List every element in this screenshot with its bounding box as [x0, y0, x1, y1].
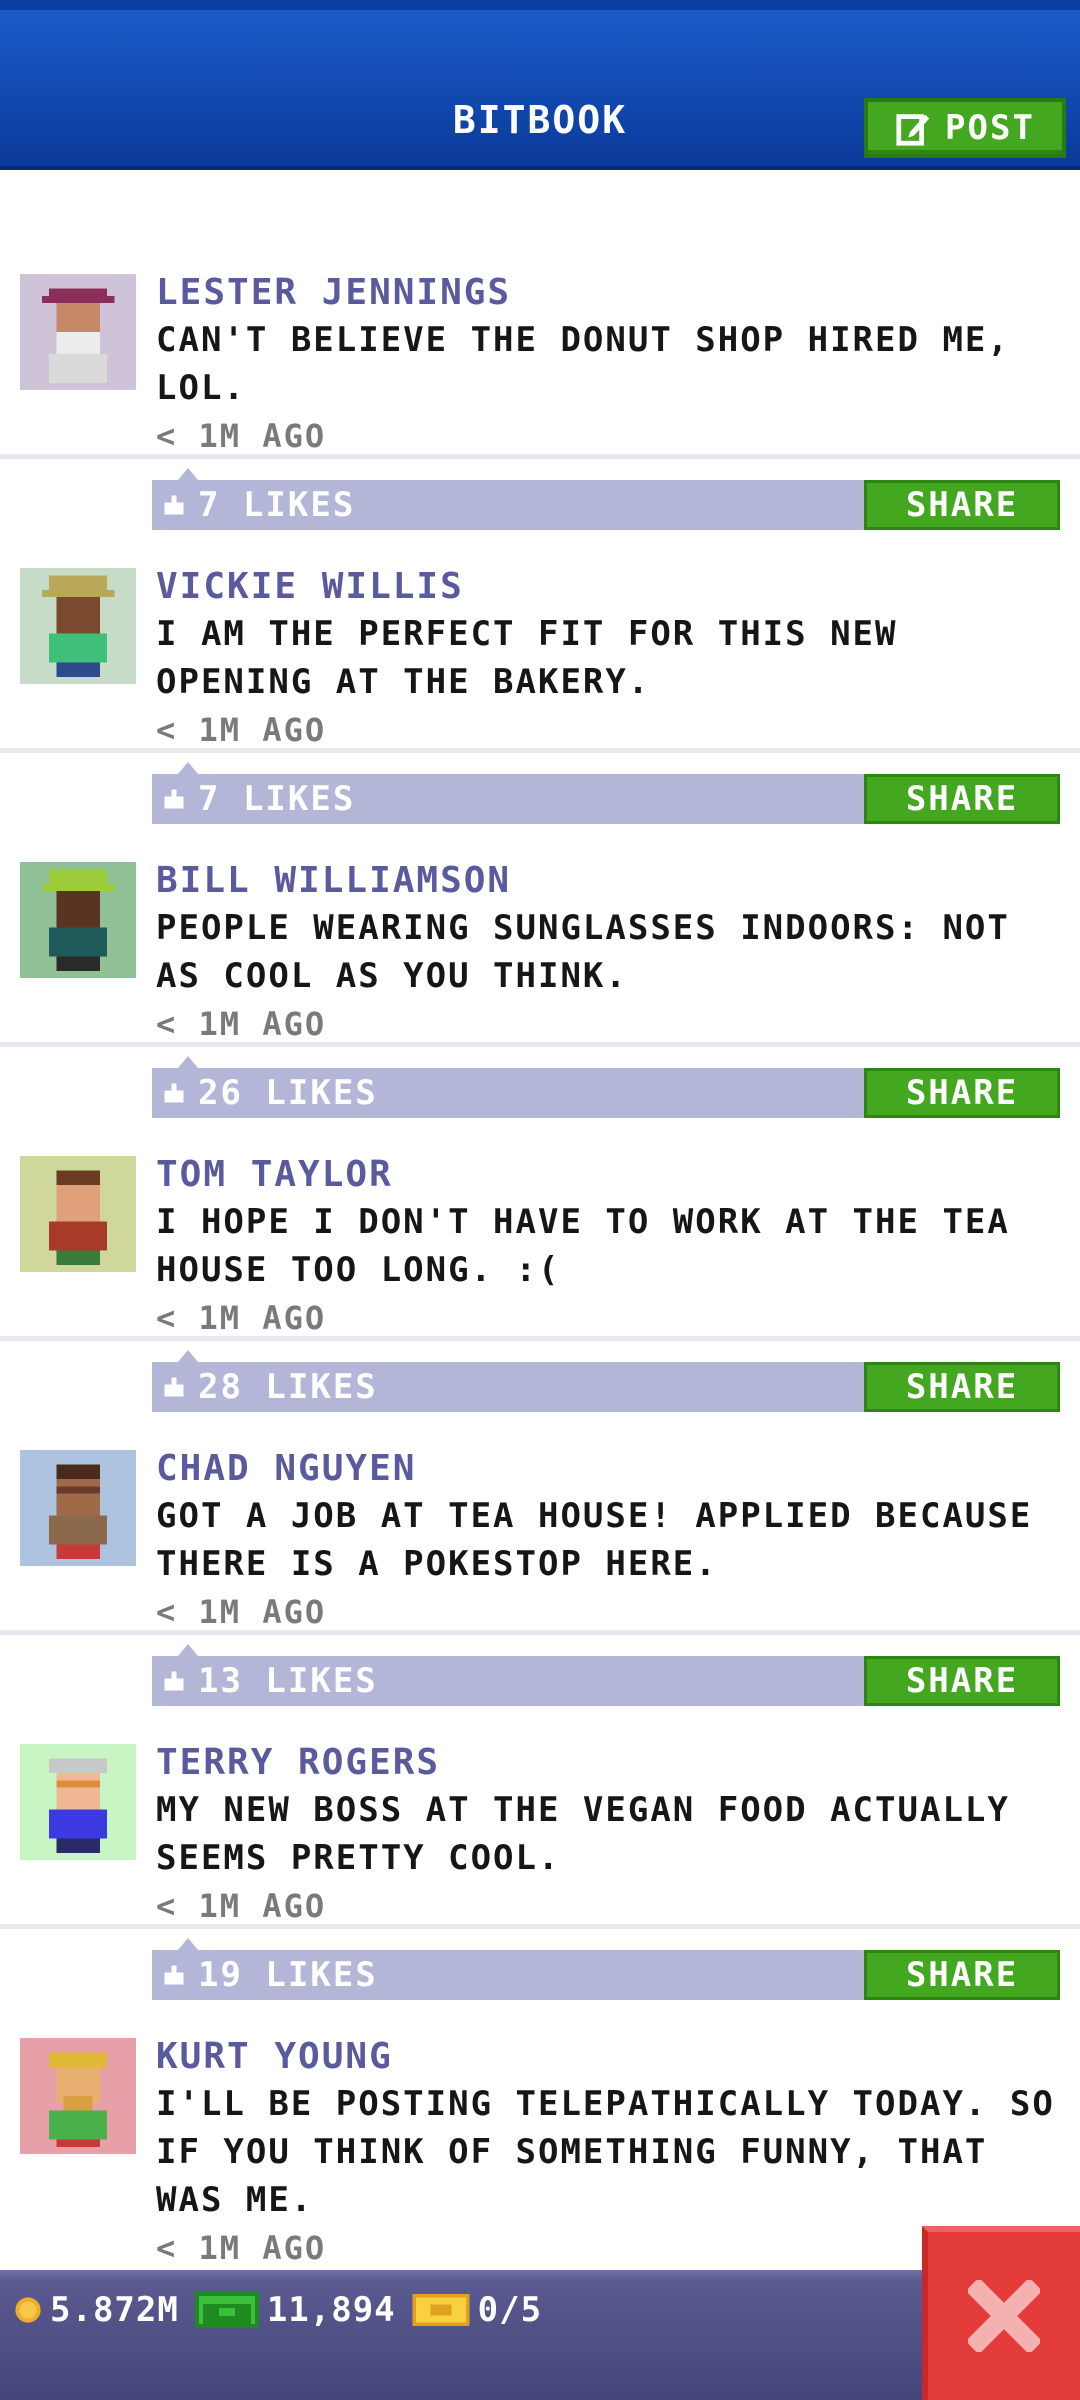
feed-post: TERRY ROGERS MY NEW BOSS AT THE VEGAN FO… [0, 1640, 1080, 2000]
ticket-icon [412, 2294, 470, 2326]
currency-bar: 5.872M 11,894 0/5 [0, 2270, 1080, 2400]
post-content: BILL WILLIAMSON PEOPLE WEARING SUNGLASSE… [156, 858, 1066, 1048]
author-name: TERRY ROGERS [156, 1742, 441, 1783]
post-text: PEOPLE WEARING SUNGLASSES INDOORS: NOT A… [156, 908, 1010, 996]
tickets-value: 0/5 [477, 2290, 543, 2330]
post-button-label: POST [945, 108, 1035, 148]
close-button[interactable] [922, 2226, 1080, 2400]
feed-list[interactable]: LESTER JENNINGS CAN'T BELIEVE THE DONUT … [0, 170, 1080, 2270]
coins-stat: 5.872M [14, 2290, 179, 2330]
bux-stat: 11,894 [194, 2290, 396, 2330]
feed-post: VICKIE WILLIS I AM THE PERFECT FIT FOR T… [0, 464, 1080, 824]
avatar [20, 1744, 136, 1860]
author-name: CHAD NGUYEN [156, 1448, 417, 1489]
author-name: BILL WILLIAMSON [156, 860, 512, 901]
feed-post: CHAD NGUYEN GOT A JOB AT TEA HOUSE! APPL… [0, 1346, 1080, 1706]
post-content: TERRY ROGERS MY NEW BOSS AT THE VEGAN FO… [156, 1740, 1066, 1930]
feed-post: TOM TAYLOR I HOPE I DON'T HAVE TO WORK A… [0, 1052, 1080, 1412]
bux-cash-icon [194, 2292, 259, 2328]
feed-post: LESTER JENNINGS CAN'T BELIEVE THE DONUT … [0, 170, 1080, 530]
post-time: < 1M AGO [156, 1005, 327, 1043]
post-time: < 1M AGO [156, 1887, 327, 1925]
post-text: I AM THE PERFECT FIT FOR THIS NEW OPENIN… [156, 614, 898, 702]
post-time: < 1M AGO [156, 417, 327, 455]
post-content: CHAD NGUYEN GOT A JOB AT TEA HOUSE! APPL… [156, 1446, 1066, 1636]
author-name: VICKIE WILLIS [156, 566, 464, 607]
feed-post: BILL WILLIAMSON PEOPLE WEARING SUNGLASSE… [0, 758, 1080, 1118]
author-name: LESTER JENNINGS [156, 272, 512, 313]
author-name: KURT YOUNG [156, 2036, 393, 2077]
avatar [20, 862, 136, 978]
post-text: I'LL BE POSTING TELEPATHICALLY TODAY. SO… [156, 2084, 1055, 2220]
post-content: TOM TAYLOR I HOPE I DON'T HAVE TO WORK A… [156, 1152, 1066, 1342]
avatar [20, 1450, 136, 1566]
avatar [20, 274, 136, 390]
post-text: GOT A JOB AT TEA HOUSE! APPLIED BECAUSE … [156, 1496, 1033, 1584]
avatar [20, 568, 136, 684]
coins-value: 5.872M [50, 2290, 179, 2330]
avatar [20, 2038, 136, 2154]
post-text: MY NEW BOSS AT THE VEGAN FOOD ACTUALLY S… [156, 1790, 1010, 1878]
avatar [20, 1156, 136, 1272]
close-icon [968, 2280, 1040, 2352]
post-text: I HOPE I DON'T HAVE TO WORK AT THE TEA H… [156, 1202, 1010, 1290]
bux-value: 11,894 [266, 2290, 396, 2330]
currency-stats: 5.872M 11,894 0/5 [14, 2290, 542, 2330]
post-time: < 1M AGO [156, 1593, 327, 1631]
author-name: TOM TAYLOR [156, 1154, 393, 1195]
feed-post: KURT YOUNG I'LL BE POSTING TELEPATHICALL… [0, 1934, 1080, 2267]
post-content: VICKIE WILLIS I AM THE PERFECT FIT FOR T… [156, 564, 1066, 754]
post-button[interactable]: POST [864, 98, 1066, 158]
header-bar: BITBOOK POST [0, 0, 1080, 170]
compose-icon [896, 114, 930, 146]
tickets-stat: 0/5 [412, 2290, 542, 2330]
coin-icon [15, 2297, 41, 2323]
post-content: LESTER JENNINGS CAN'T BELIEVE THE DONUT … [156, 270, 1066, 460]
post-time: < 1M AGO [156, 711, 327, 749]
post-text: CAN'T BELIEVE THE DONUT SHOP HIRED ME, L… [156, 320, 1010, 408]
post-time: < 1M AGO [156, 1299, 327, 1337]
